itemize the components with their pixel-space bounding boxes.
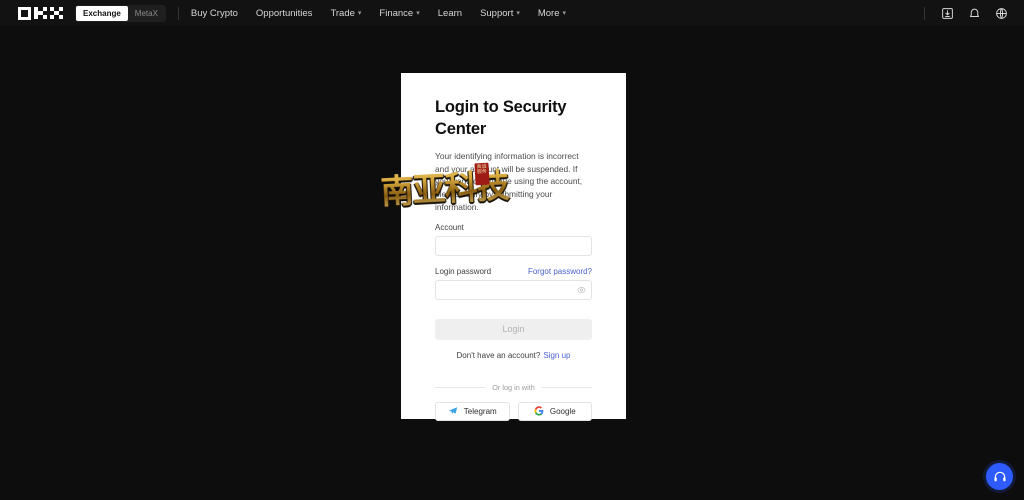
- okx-logo-square: [18, 6, 31, 20]
- password-label: Login password: [435, 266, 492, 276]
- nav-label: Buy Crypto: [190, 7, 238, 19]
- top-navbar: Exchange MetaX Buy Crypto Opportunities …: [0, 0, 1024, 26]
- social-divider: Or log in with: [435, 383, 592, 392]
- support-headset-icon: [993, 471, 1006, 481]
- password-input-wrap: [435, 279, 592, 300]
- page-title: Login to Security Center: [435, 98, 567, 138]
- password-field-group: Login password Forgot password?: [435, 267, 592, 300]
- social-login-row: Telegram Google: [435, 401, 592, 421]
- chevron-down-icon: ▾: [357, 9, 362, 17]
- divider-label: Or log in with: [492, 382, 535, 392]
- telegram-label: Telegram: [463, 406, 497, 416]
- nav-label: Support: [480, 7, 514, 19]
- product-toggle[interactable]: Exchange MetaX: [75, 4, 166, 22]
- sign-up-link[interactable]: Sign up: [543, 351, 570, 360]
- signup-prompt: Don't have an account?: [456, 350, 541, 360]
- login-card: Login to Security Center Your identifyin…: [401, 73, 626, 421]
- divider-line-right: [541, 386, 592, 388]
- nav-item-more[interactable]: More ▾: [538, 8, 566, 19]
- telegram-icon: [448, 407, 457, 415]
- google-login-button[interactable]: Google: [517, 401, 592, 421]
- nav-right-icons: [924, 6, 1014, 20]
- google-label: Google: [549, 406, 576, 416]
- globe-icon[interactable]: [995, 7, 1008, 20]
- nav-label: Opportunities: [255, 7, 313, 19]
- okx-logo-x: [50, 6, 63, 20]
- app-download-icon[interactable]: [941, 7, 954, 20]
- nav-label: Trade: [330, 7, 355, 19]
- nav-item-buy-crypto[interactable]: Buy Crypto: [191, 8, 238, 19]
- support-chat-button[interactable]: [986, 463, 1013, 490]
- okx-logo-k: [34, 6, 47, 20]
- password-input[interactable]: [435, 279, 592, 300]
- eye-icon[interactable]: [577, 285, 586, 294]
- chevron-down-icon: ▾: [516, 9, 520, 17]
- nav-label: Learn: [437, 7, 463, 19]
- account-input-wrap: [435, 235, 592, 256]
- nav-item-finance[interactable]: Finance ▾: [379, 8, 419, 19]
- nav-item-trade[interactable]: Trade ▾: [330, 8, 361, 19]
- card-description: Your identifying information is incorrec…: [435, 150, 583, 212]
- account-input[interactable]: [435, 235, 592, 256]
- nav-links: Buy Crypto Opportunities Trade ▾ Finance…: [191, 8, 566, 19]
- nav-label: Finance: [379, 7, 414, 19]
- toggle-metax[interactable]: MetaX: [128, 6, 165, 21]
- login-button[interactable]: Login: [435, 318, 592, 340]
- divider-line-left: [435, 386, 486, 388]
- nav-item-support[interactable]: Support ▾: [480, 8, 520, 19]
- signup-row: Don't have an account? Sign up: [435, 351, 592, 360]
- nav-item-opportunities[interactable]: Opportunities: [256, 8, 313, 19]
- google-icon: [534, 406, 544, 416]
- chevron-down-icon: ▾: [416, 9, 420, 17]
- nav-item-learn[interactable]: Learn: [438, 8, 462, 19]
- account-field-group: Account: [435, 223, 592, 256]
- password-label-row: Login password Forgot password?: [435, 267, 592, 276]
- nav-label: More: [537, 7, 560, 19]
- telegram-login-button[interactable]: Telegram: [435, 401, 510, 421]
- okx-logo[interactable]: [18, 6, 63, 20]
- toggle-exchange[interactable]: Exchange: [76, 5, 128, 21]
- bell-icon[interactable]: [968, 7, 981, 20]
- chevron-down-icon: ▾: [562, 9, 567, 17]
- nav-divider: [177, 6, 179, 20]
- account-label: Account: [435, 222, 464, 232]
- nav-right-divider: [924, 6, 925, 20]
- forgot-password-link[interactable]: Forgot password?: [528, 267, 592, 276]
